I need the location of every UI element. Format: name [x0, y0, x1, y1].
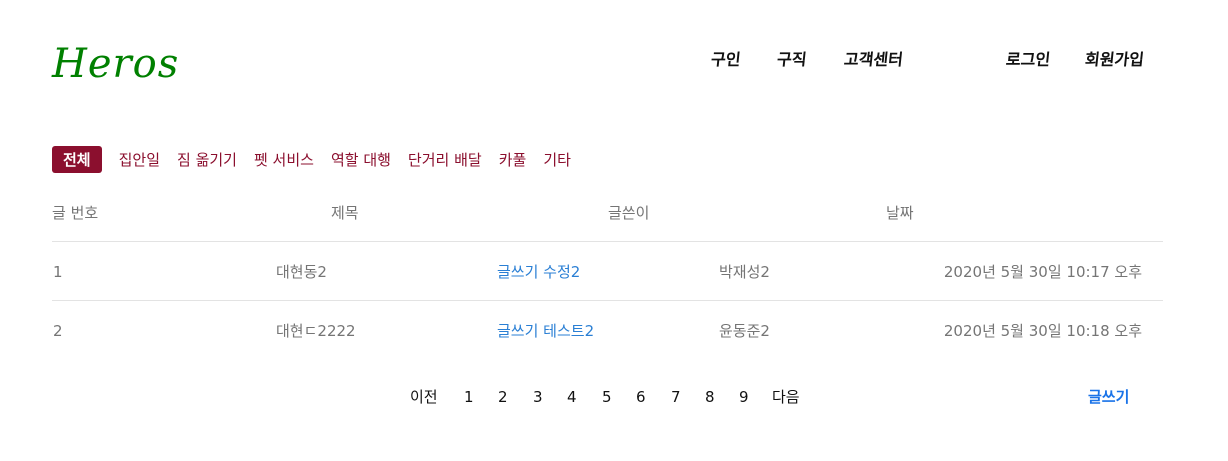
- category-tab-carpool[interactable]: 카풀: [499, 146, 527, 173]
- pagination-page-3[interactable]: 3: [533, 387, 543, 407]
- nav-link-signup[interactable]: 회원가입: [1084, 49, 1145, 71]
- table-divider: [52, 241, 1163, 242]
- table-divider: [52, 300, 1163, 301]
- pagination-page-4[interactable]: 4: [567, 387, 577, 407]
- pagination-page-9[interactable]: 9: [739, 387, 749, 407]
- pagination-page-6[interactable]: 6: [636, 387, 646, 407]
- row-title-link[interactable]: 글쓰기 수정2: [497, 262, 580, 282]
- nav-link-hiring[interactable]: 구인: [710, 49, 742, 71]
- pagination: 이전 1 2 3 4 5 6 7 8 9 다음: [0, 387, 1228, 407]
- row-number: 1: [53, 263, 63, 281]
- row-author: 윤동준2: [719, 322, 770, 340]
- nav-link-login[interactable]: 로그인: [1005, 49, 1051, 71]
- row-category: 대현동2: [276, 263, 327, 281]
- category-tab-pet-service[interactable]: 펫 서비스: [254, 146, 314, 173]
- category-tab-all[interactable]: 전체: [52, 146, 102, 173]
- nav-link-job-seeking[interactable]: 구직: [776, 49, 808, 71]
- category-tab-role-proxy[interactable]: 역할 대행: [331, 146, 391, 173]
- pagination-page-7[interactable]: 7: [671, 387, 681, 407]
- nav-link-customer-center[interactable]: 고객센터: [843, 49, 904, 71]
- row-number: 2: [53, 322, 63, 340]
- category-tab-housework[interactable]: 집안일: [119, 146, 160, 173]
- row-author: 박재성2: [719, 263, 770, 281]
- write-post-button[interactable]: 글쓰기: [1088, 387, 1129, 407]
- pagination-page-8[interactable]: 8: [705, 387, 715, 407]
- column-header-title: 제목: [331, 204, 359, 222]
- site-logo[interactable]: Heros: [52, 40, 179, 88]
- row-title-link[interactable]: 글쓰기 테스트2: [497, 321, 594, 341]
- column-header-author: 글쓴이: [608, 204, 650, 222]
- pagination-page-2[interactable]: 2: [498, 387, 508, 407]
- category-tab-etc[interactable]: 기타: [543, 146, 571, 173]
- pagination-page-1[interactable]: 1: [464, 387, 474, 407]
- row-date: 2020년 5월 30일 10:18 오후: [943, 322, 1142, 340]
- category-tab-moving[interactable]: 짐 옮기기: [177, 146, 237, 173]
- pagination-page-5[interactable]: 5: [602, 387, 612, 407]
- column-header-date: 날짜: [886, 204, 914, 222]
- category-tabs: 전체 집안일 짐 옮기기 펫 서비스 역할 대행 단거리 배달 카풀 기타: [52, 146, 588, 173]
- row-date: 2020년 5월 30일 10:17 오후: [943, 263, 1142, 281]
- category-tab-short-delivery[interactable]: 단거리 배달: [408, 146, 482, 173]
- row-category: 대현ㄷ2222: [276, 322, 356, 340]
- pagination-prev[interactable]: 이전: [410, 387, 438, 407]
- column-header-number: 글 번호: [52, 204, 99, 222]
- pagination-next[interactable]: 다음: [772, 387, 800, 407]
